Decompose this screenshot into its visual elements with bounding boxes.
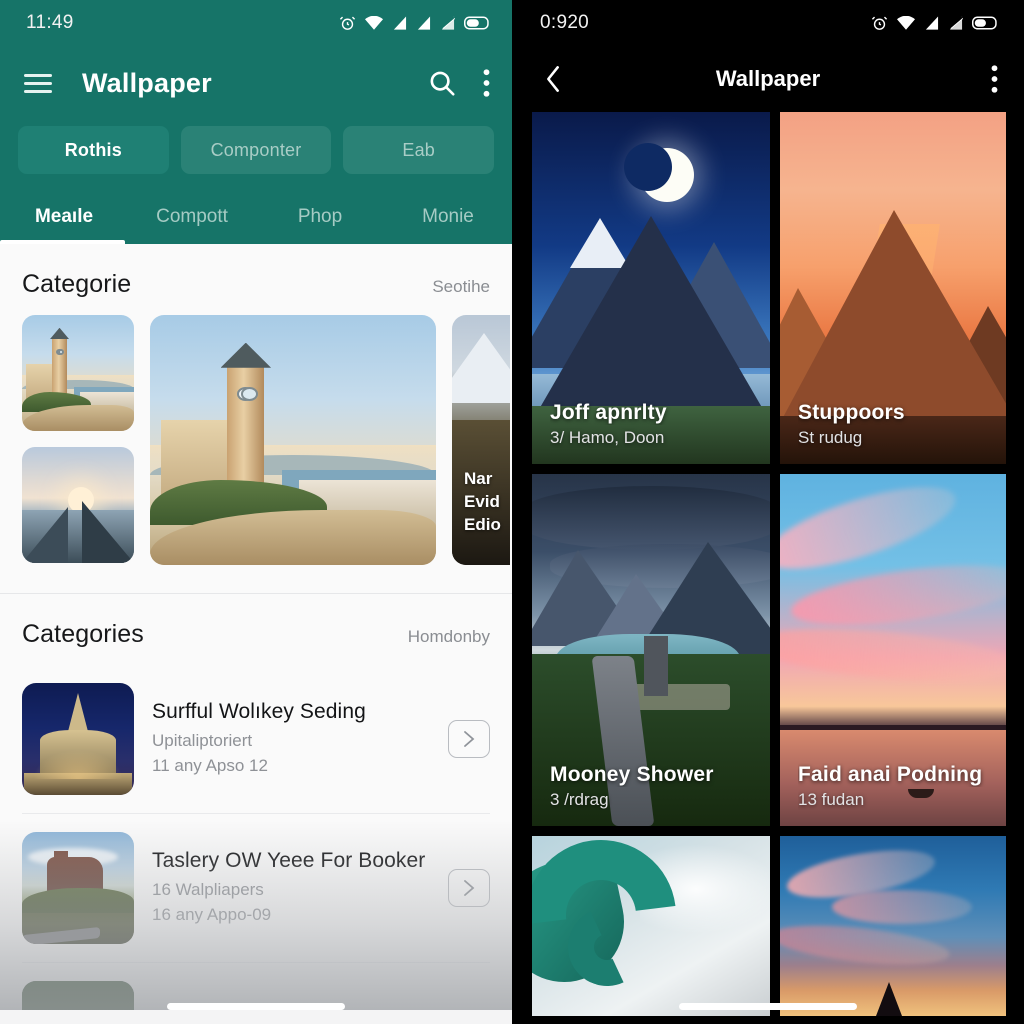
wifi-icon	[897, 16, 915, 30]
edge-line-2: Edio	[464, 515, 501, 535]
section-title-2: Categories	[22, 620, 144, 648]
wallpaper-subtitle: 3/ Hamo, Doon	[550, 428, 665, 447]
home-indicator[interactable]	[679, 1003, 857, 1010]
filter-chip-0[interactable]: Rothis	[18, 126, 169, 174]
list-item-thumbnail	[22, 981, 134, 1010]
alarm-icon	[871, 16, 888, 30]
list-item-subtitle: 16 Walpliapers	[152, 879, 264, 899]
list-item-meta: 11 any Apso 12	[152, 755, 268, 775]
alarm-icon	[339, 16, 356, 30]
list-item-text: Taslery OW Yeee For Booker 16 Walpliaper…	[152, 849, 430, 927]
tab-3[interactable]: Monie	[384, 196, 512, 244]
app-bar: Wallpaper	[0, 46, 512, 120]
wallpaper-title: Faid anai Podning	[798, 763, 983, 786]
status-time: 0:920	[540, 12, 590, 33]
chevron-left-icon[interactable]	[536, 62, 570, 96]
wallpaper-tile[interactable]: Joff apnrlty 3/ Hamo, Doon	[532, 112, 770, 464]
signal-icon	[417, 16, 431, 30]
carousel-card-partial-text: Nar Evid Edio	[464, 468, 501, 537]
list-item-thumbnail	[22, 832, 134, 944]
carousel-card-partial[interactable]: Nar Evid Edio	[452, 315, 510, 565]
signal-icon	[925, 16, 939, 30]
section-action-link-2[interactable]: Homdonby	[408, 627, 490, 647]
section-action-link[interactable]: Seotihe	[432, 277, 490, 297]
more-vertical-icon[interactable]	[991, 65, 998, 93]
wifi-icon	[365, 16, 383, 30]
list-item-title: Taslery OW Yeee For Booker	[152, 848, 426, 872]
list-item[interactable]: Surfful Wolıkey Seding Upitaliptoriert 1…	[0, 665, 512, 813]
thumbnail-column	[22, 315, 134, 565]
battery-icon	[972, 16, 997, 30]
wallpaper-tile[interactable]: Faid anai Podning 13 fudan	[780, 474, 1006, 826]
hamburger-menu-icon[interactable]	[20, 65, 56, 101]
filter-chip-2[interactable]: Eab	[343, 126, 495, 174]
chevron-right-icon[interactable]	[448, 869, 490, 907]
page-title: Wallpaper	[82, 67, 212, 98]
tab-1[interactable]: Compott	[128, 196, 256, 244]
wallpaper-title: Mooney Shower	[550, 763, 714, 786]
wallpaper-caption: Stuppoors St rudug	[798, 401, 996, 448]
wallpaper-subtitle: 3 /rdrag	[550, 790, 609, 809]
status-bar: 11:49	[0, 0, 512, 46]
wallpaper-tile[interactable]: Mooney Shower 3 /rdrag	[532, 474, 770, 826]
signal-icon	[393, 16, 407, 30]
category-carousel[interactable]: Nar Evid Edio	[0, 315, 512, 565]
status-icons	[339, 15, 490, 32]
tab-0[interactable]: Meaıle	[0, 196, 128, 244]
list-item-meta: 16 any Appo-09	[152, 904, 272, 924]
filter-chip-1[interactable]: Componter	[180, 126, 332, 174]
list-item-text: Surfful Wolıkey Seding Upitaliptoriert 1…	[152, 700, 430, 778]
wallpaper-grid: Joff apnrlty 3/ Hamo, Doon Stuppoors St …	[512, 112, 1024, 1016]
tab-2[interactable]: Phop	[256, 196, 384, 244]
more-vertical-icon[interactable]	[483, 69, 490, 97]
page-title: Wallpaper	[715, 66, 821, 91]
thumbnail-bigben[interactable]	[22, 315, 134, 431]
section-title: Categorie	[22, 270, 132, 298]
edge-line-0: Nar	[464, 469, 493, 489]
wallpaper-tile[interactable]: Stuppoors St rudug	[780, 112, 1006, 464]
tab-bar: Meaıle Compott Phop Monie	[0, 196, 512, 244]
wallpaper-subtitle: 13 fudan	[798, 790, 865, 809]
home-indicator[interactable]	[167, 1003, 345, 1010]
left-phone-screen: 11:49 Wallpaper Rothis Componter Eab Mea…	[0, 0, 512, 1024]
status-time: 11:49	[26, 12, 74, 33]
wallpaper-caption: Faid anai Podning 13 fudan	[798, 763, 996, 810]
list-item-thumbnail	[22, 683, 134, 795]
left-header: 11:49 Wallpaper Rothis Componter Eab Mea…	[0, 0, 512, 244]
section-header-categories: Categories Homdonby	[0, 594, 512, 665]
wallpaper-title: Joff apnrlty	[550, 401, 667, 424]
left-content: Categorie Seotihe Nar Evid Edio Categori…	[0, 244, 512, 1010]
list-item[interactable]: Taslery OW Yeee For Booker 16 Walpliaper…	[0, 814, 512, 962]
right-phone-screen: 0:920 Wallpaper Joff apnrlty 3/ Hamo, Do…	[512, 0, 1024, 1024]
wallpaper-caption: Mooney Shower 3 /rdrag	[550, 763, 760, 810]
wallpaper-caption: Joff apnrlty 3/ Hamo, Doon	[550, 401, 760, 448]
wallpaper-tile[interactable]	[780, 836, 1006, 1016]
wallpaper-subtitle: St rudug	[798, 428, 863, 447]
wallpaper-title: Stuppoors	[798, 401, 905, 424]
wallpaper-tile[interactable]	[532, 836, 770, 1016]
filter-chip-group: Rothis Componter Eab	[0, 120, 512, 174]
battery-icon	[464, 16, 489, 30]
carousel-card-bigben[interactable]	[150, 315, 436, 565]
search-icon[interactable]	[427, 68, 457, 98]
list-item-title: Surfful Wolıkey Seding	[152, 699, 366, 723]
dual-screenshot-comparison: 11:49 Wallpaper Rothis Componter Eab Mea…	[0, 0, 1024, 1024]
chevron-right-icon[interactable]	[448, 720, 490, 758]
status-icons	[871, 15, 998, 32]
list-item-subtitle: Upitaliptoriert	[152, 730, 253, 750]
status-bar: 0:920	[512, 0, 1024, 46]
section-header-categorie: Categorie Seotihe	[0, 244, 512, 315]
app-bar-actions	[427, 68, 490, 98]
edge-line-1: Evid	[464, 492, 500, 512]
signal-off-icon	[948, 16, 963, 30]
thumbnail-fjord-sunrise[interactable]	[22, 447, 134, 563]
app-bar: Wallpaper	[512, 46, 1024, 112]
signal-off-icon	[440, 16, 455, 30]
